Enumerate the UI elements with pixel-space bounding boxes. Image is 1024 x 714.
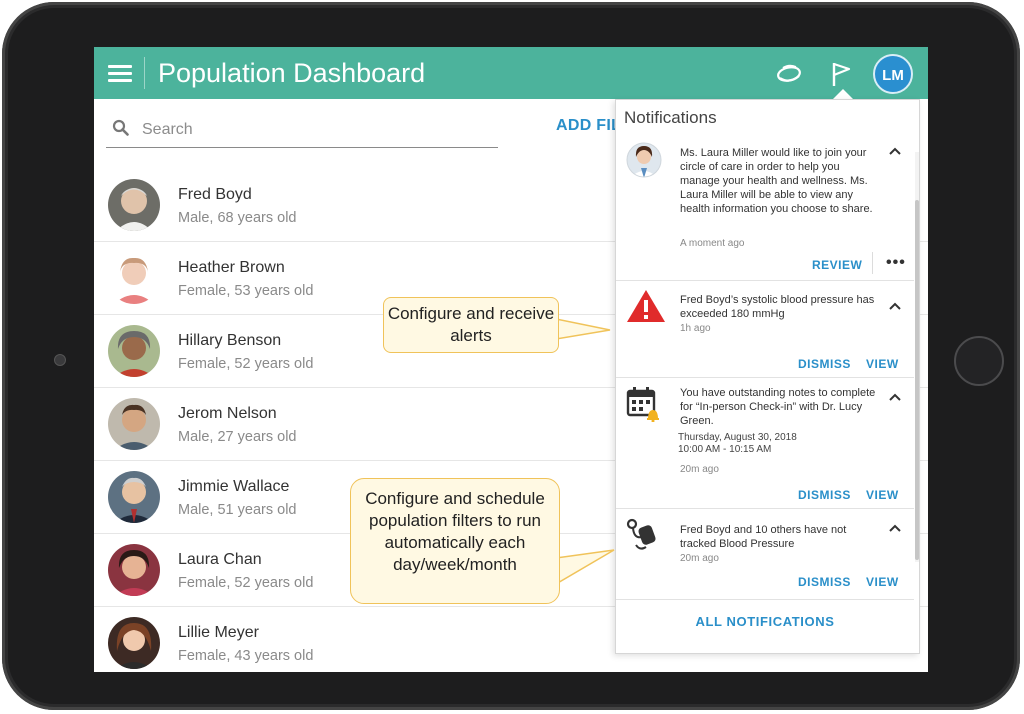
patient-name: Laura Chan [178, 551, 262, 568]
notification-item: Fred Boyd’s systolic blood pressure has … [616, 281, 914, 378]
page-title: Population Dashboard [158, 58, 426, 88]
search-field[interactable] [106, 113, 498, 148]
notification-text: Ms. Laura Miller would like to join your… [680, 147, 873, 215]
view-button[interactable]: VIEW [866, 575, 899, 589]
notifications-panel: Notifications Ms. Laura Miller would lik… [615, 99, 920, 654]
patient-avatar [108, 325, 160, 377]
notification-item: Fred Boyd and 10 others have not tracked… [616, 509, 914, 600]
notification-text: You have outstanding notes to complete f… [680, 387, 876, 427]
patient-avatar [108, 544, 160, 596]
appointment-date: Thursday, August 30, 2018 [678, 432, 797, 443]
warning-icon [627, 290, 665, 322]
app-bar: Population Dashboard LM [94, 47, 928, 99]
callout-alerts: Configure and receive alerts [383, 297, 559, 353]
add-filter-button[interactable]: ADD FIL [556, 117, 621, 135]
patient-details: Male, 68 years old [178, 210, 297, 226]
notification-time: 1h ago [680, 323, 711, 334]
patient-name: Jerom Nelson [178, 405, 277, 422]
notifications-scrollbar-thumb[interactable] [915, 200, 919, 560]
menu-icon[interactable] [108, 65, 132, 83]
notification-item: Ms. Laura Miller would like to join your… [616, 138, 914, 281]
callout-pointer [556, 549, 615, 585]
patient-details: Male, 51 years old [178, 502, 297, 518]
user-avatar[interactable]: LM [873, 54, 913, 94]
action-divider [872, 252, 873, 274]
front-camera [54, 354, 66, 366]
notification-time: A moment ago [680, 238, 745, 249]
patient-details: Male, 27 years old [178, 429, 297, 445]
patient-details: Female, 53 years old [178, 283, 314, 299]
patient-name: Fred Boyd [178, 186, 252, 203]
chevron-up-icon[interactable] [888, 146, 902, 156]
review-button[interactable]: REVIEW [812, 258, 862, 272]
appointment-time: 10:00 AM - 10:15 AM [678, 444, 772, 455]
patient-avatar [108, 179, 160, 231]
dismiss-button[interactable]: DISMISS [798, 357, 851, 371]
view-button[interactable]: VIEW [866, 357, 899, 371]
clinician-avatar [626, 142, 662, 178]
notification-item: You have outstanding notes to complete f… [616, 378, 914, 509]
flag-icon[interactable] [826, 59, 856, 89]
blood-pressure-cuff-icon [626, 518, 656, 550]
home-button[interactable] [954, 336, 1004, 386]
dismiss-button[interactable]: DISMISS [798, 488, 851, 502]
patient-details: Female, 52 years old [178, 356, 314, 372]
more-options-button[interactable]: ••• [886, 254, 906, 272]
all-notifications-button[interactable]: ALL NOTIFICATIONS [616, 614, 914, 629]
patient-avatar [108, 398, 160, 450]
notification-time: 20m ago [680, 464, 719, 475]
patient-avatar [108, 471, 160, 523]
appbar-divider [144, 57, 145, 89]
view-button[interactable]: VIEW [866, 488, 899, 502]
patient-avatar [108, 252, 160, 304]
chevron-up-icon[interactable] [888, 301, 902, 311]
patient-details: Female, 52 years old [178, 575, 314, 591]
search-input[interactable] [140, 117, 484, 143]
dismiss-button[interactable]: DISMISS [798, 575, 851, 589]
patient-name: Lillie Meyer [178, 624, 259, 641]
circle-of-care-icon[interactable] [774, 59, 804, 89]
patient-avatar [108, 617, 160, 669]
notification-text: Fred Boyd’s systolic blood pressure has … [680, 294, 875, 320]
notifications-caret [833, 89, 853, 99]
notifications-title: Notifications [624, 108, 717, 127]
chevron-up-icon[interactable] [888, 392, 902, 402]
notification-text: Fred Boyd and 10 others have not tracked… [680, 524, 847, 550]
patient-name: Hillary Benson [178, 332, 282, 349]
patient-name: Jimmie Wallace [178, 478, 290, 495]
callout-pointer [556, 318, 611, 340]
patient-name: Heather Brown [178, 259, 285, 276]
patient-details: Female, 43 years old [178, 648, 314, 664]
search-icon [112, 119, 129, 136]
callout-schedule: Configure and schedule population filter… [350, 478, 560, 604]
calendar-bell-icon [626, 387, 659, 422]
notification-time: 20m ago [680, 553, 719, 564]
chevron-up-icon[interactable] [888, 523, 902, 533]
